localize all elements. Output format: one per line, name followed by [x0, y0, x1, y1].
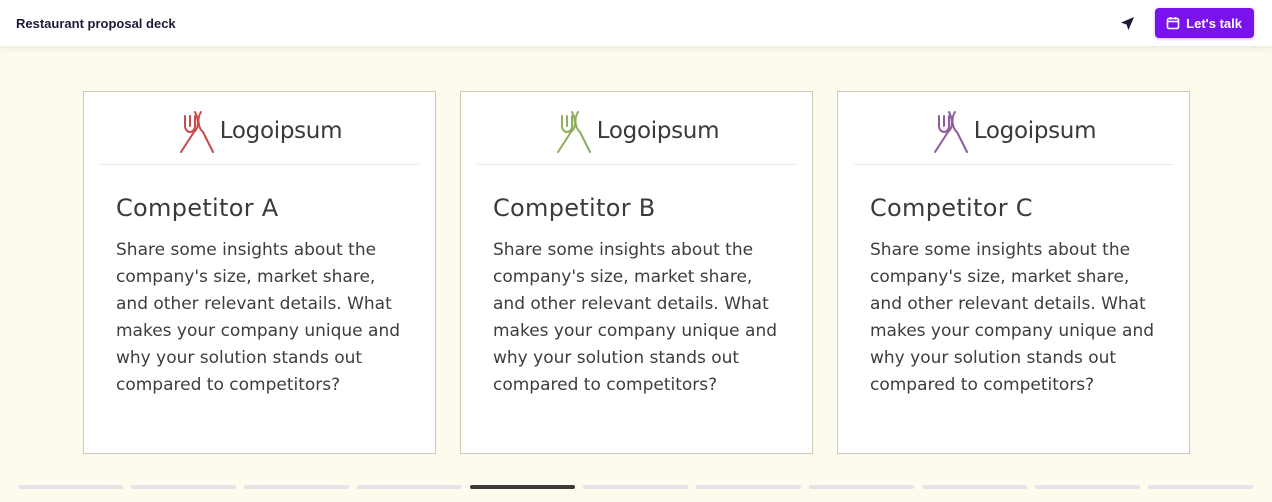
progress-segment[interactable]	[1148, 485, 1253, 489]
progress-segment[interactable]	[922, 485, 1027, 489]
progress-segment[interactable]	[696, 485, 801, 489]
fork-knife-logo-icon	[933, 111, 968, 153]
progress-segment[interactable]	[244, 485, 349, 489]
competitor-description: Share some insights about the company's …	[116, 240, 401, 395]
top-actions: Let's talk	[1119, 8, 1254, 38]
progress-segment-active[interactable]	[470, 485, 575, 489]
competitor-card: Logoipsum Competitor B Share some insigh…	[460, 91, 813, 454]
competitor-cards: Logoipsum Competitor A Share some insigh…	[83, 91, 1190, 454]
fork-knife-logo-icon	[556, 111, 591, 153]
logo-text: Logoipsum	[973, 118, 1097, 144]
progress-segment[interactable]	[583, 485, 688, 489]
competitor-title: Competitor B	[493, 194, 656, 222]
progress-segment[interactable]	[357, 485, 462, 489]
deck-title: Restaurant proposal deck	[16, 15, 176, 31]
logo: Logoipsum	[854, 92, 1173, 165]
competitor-description: Share some insights about the company's …	[493, 240, 778, 395]
progress-segment[interactable]	[809, 485, 914, 489]
lets-talk-label: Let's talk	[1186, 15, 1242, 31]
progress-segment[interactable]	[18, 485, 123, 489]
competitor-description: Share some insights about the company's …	[870, 240, 1155, 395]
slide-progress	[18, 485, 1253, 489]
progress-segment[interactable]	[1035, 485, 1140, 489]
competitor-title: Competitor A	[116, 194, 279, 222]
calendar-icon	[1166, 16, 1180, 30]
logo: Logoipsum	[477, 92, 796, 165]
logo: Logoipsum	[100, 92, 419, 165]
competitor-title: Competitor C	[870, 194, 1033, 222]
progress-segment[interactable]	[131, 485, 236, 489]
competitor-card: Logoipsum Competitor A Share some insigh…	[83, 91, 436, 454]
top-bar: Restaurant proposal deck Let's talk	[0, 0, 1272, 46]
send-icon[interactable]	[1119, 15, 1135, 31]
competitor-card: Logoipsum Competitor C Share some insigh…	[837, 91, 1190, 454]
fork-knife-logo-icon	[179, 111, 214, 153]
logo-text: Logoipsum	[596, 118, 720, 144]
lets-talk-button[interactable]: Let's talk	[1155, 8, 1254, 38]
logo-text: Logoipsum	[219, 118, 343, 144]
